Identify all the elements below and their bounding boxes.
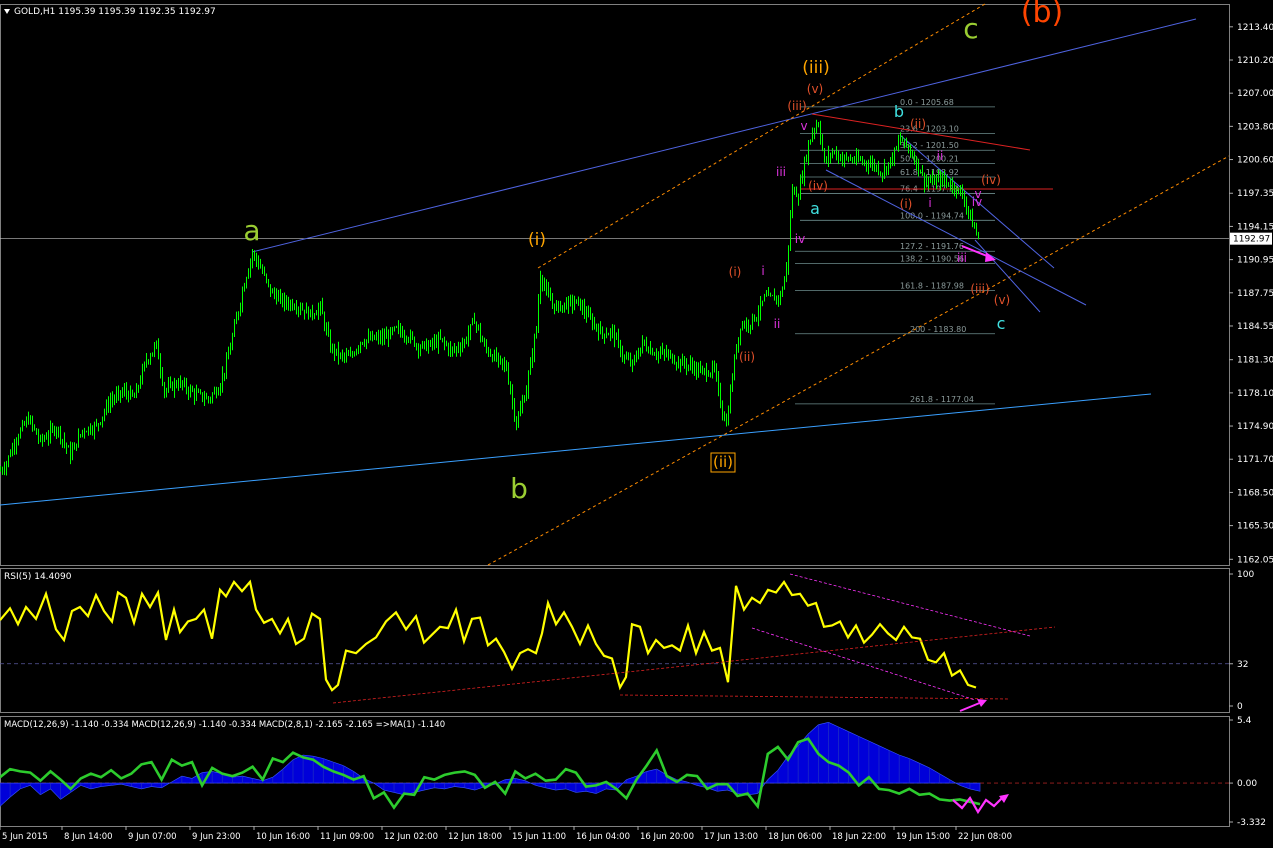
wave-label: (iv): [981, 173, 1001, 187]
price-tick-label: 1207.00: [1237, 89, 1273, 99]
fib-label: 261.8 - 1177.04: [910, 395, 974, 404]
rsi-tick-label: 100: [1237, 570, 1254, 580]
time-tick-label: 9 Jun 07:00: [128, 832, 177, 842]
lower-channel-line: [0, 393, 1152, 506]
time-tick-label: 12 Jun 02:00: [384, 832, 438, 842]
time-tick-label: 15 Jun 11:00: [512, 832, 566, 842]
price-tick-label: 1187.75: [1237, 289, 1273, 299]
macd-tick-label: -3.332: [1237, 818, 1266, 828]
time-tick-label: 16 Jun 04:00: [576, 832, 630, 842]
wave-label: (v): [807, 82, 823, 96]
wave-label: iv: [795, 232, 805, 246]
wave-label: (i): [729, 265, 742, 279]
price-tick-label: 1190.95: [1237, 256, 1273, 266]
price-tick-label: 1200.60: [1237, 156, 1273, 166]
fib-label: 127.2 - 1191.76: [900, 242, 964, 251]
wave-label: b: [510, 472, 528, 505]
price-tick-label: 1194.15: [1237, 222, 1273, 232]
current-price-label: 1192.97: [1233, 235, 1270, 245]
fib-label: 23.6 - 1203.10: [900, 125, 959, 134]
main-panel-border: [0, 4, 1230, 566]
price-tick-label: 1174.90: [1237, 422, 1273, 432]
time-tick-label: 11 Jun 09:00: [320, 832, 374, 842]
time-tick-label: 17 Jun 13:00: [704, 832, 758, 842]
rsi-title: RSI(5) 14.4090: [4, 572, 72, 582]
wave-label: a: [810, 199, 820, 218]
fib-label: 0.0 - 1205.68: [900, 98, 954, 107]
time-tick-label: 8 Jun 14:00: [64, 832, 113, 842]
wave-label: (i): [528, 230, 546, 250]
wave-label: v: [800, 119, 807, 133]
trading-chart: 1213.40 1210.20 1207.00 1203.80 1200.60 1197.…: [0, 0, 1273, 844]
rsi-red-horizontal: [619, 694, 1011, 700]
wave-label: (ii): [910, 117, 926, 131]
price-tick-label: 1197.35: [1237, 189, 1273, 199]
wave-label: (b): [1021, 0, 1063, 30]
price-tick-label: 1213.40: [1237, 23, 1273, 33]
price-tick-label: 1181.30: [1237, 356, 1273, 366]
rsi-tick-label: 0: [1237, 702, 1243, 712]
wave-label: b: [894, 102, 904, 121]
time-tick-label: 22 Jun 08:00: [958, 832, 1012, 842]
price-tick-label: 1171.70: [1237, 455, 1273, 465]
time-tick-label: 12 Jun 18:00: [448, 832, 502, 842]
price-tick-label: 1184.55: [1237, 322, 1273, 332]
rsi-red-trend: [332, 626, 1056, 704]
price-tick-label: 1165.30: [1237, 522, 1273, 532]
wave-label: iii: [957, 251, 967, 265]
price-tick-label: 1203.80: [1237, 122, 1273, 132]
fib-label: 100.0 - 1194.74: [900, 211, 964, 220]
chart-canvas: 1213.40 1210.20 1207.00 1203.80 1200.60 1197.…: [0, 0, 1273, 842]
orange-dash-lower: [487, 155, 1230, 566]
fib-label: 138.2 - 1190.56: [900, 255, 964, 264]
wave-label: (i): [900, 197, 913, 211]
price-tick-label: 1210.20: [1237, 56, 1273, 66]
orange-dash-upper: [537, 3, 986, 269]
wave-label: iii: [776, 165, 786, 179]
wave-label: (iii): [802, 58, 829, 78]
menu-chevron-icon: [4, 9, 10, 14]
macd-panel-border: [0, 716, 1230, 827]
fib-label: 61.8 - 1198.92: [900, 168, 959, 177]
window-title: GOLD,H1 1195.39 1195.39 1192.35 1192.97: [4, 7, 216, 17]
time-tick-label: 18 Jun 22:00: [832, 832, 886, 842]
rsi-panel-border: [0, 568, 1230, 713]
price-tick-label: 1162.05: [1237, 555, 1273, 565]
wave-label: (v): [994, 293, 1010, 307]
wave-label: a: [243, 214, 260, 247]
time-tick-label: 10 Jun 16:00: [256, 832, 310, 842]
macd-tick-label: 0.00: [1237, 779, 1257, 789]
wave-label: (iii): [787, 99, 806, 113]
time-tick-label: 16 Jun 20:00: [640, 832, 694, 842]
time-tick-label: 19 Jun 15:00: [896, 832, 950, 842]
fib-label: 200 - 1183.80: [910, 325, 966, 334]
wave-label: (iv): [808, 179, 828, 193]
price-tick-label: 1178.10: [1237, 389, 1273, 399]
upper-channel-line: [251, 18, 1197, 253]
fib-label: 50.0 - 1200.21: [900, 155, 959, 164]
wave-label: ii: [937, 149, 944, 163]
rsi-arrow-shaft: [959, 701, 983, 712]
price-tick-label: 1168.50: [1237, 488, 1273, 498]
wave-label: v: [974, 187, 981, 201]
time-tick-label: 5 Jun 2015: [2, 832, 48, 842]
wave-label: (iii): [970, 282, 989, 296]
macd-tick-label: 5.4: [1237, 716, 1252, 726]
chart-title: GOLD,H1 1195.39 1195.39 1192.35 1192.97: [14, 7, 216, 17]
wave-label: (ii): [739, 350, 755, 364]
wave-label: c: [963, 12, 978, 45]
wave-label: i: [928, 196, 931, 210]
wave-label: i: [761, 264, 764, 278]
rsi-line: [0, 579, 977, 692]
fib-label: 161.8 - 1187.98: [900, 281, 964, 290]
macd-title: MACD(12,26,9) -1.140 -0.334 MACD(12,26,9…: [4, 720, 445, 730]
time-tick-label: 9 Jun 23:00: [192, 832, 241, 842]
rsi-tick-label: 32: [1237, 660, 1248, 670]
wave-label: ii: [774, 317, 781, 331]
time-tick-label: 18 Jun 06:00: [768, 832, 822, 842]
wave-label: (ii): [713, 453, 733, 471]
wave-label: c: [997, 314, 1006, 333]
